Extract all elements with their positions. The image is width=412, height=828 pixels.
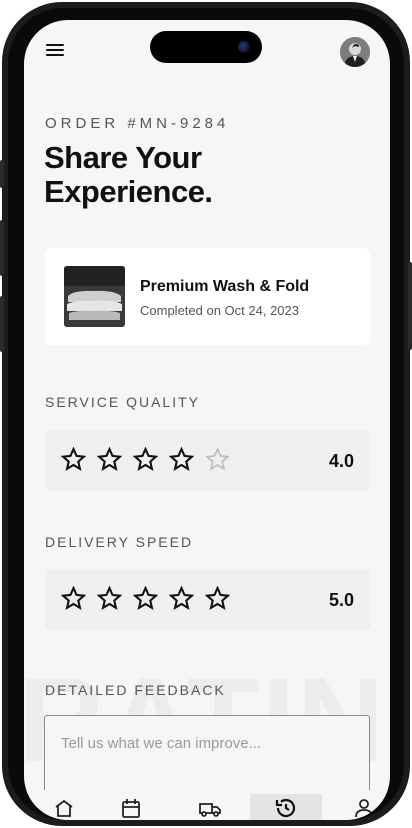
folded-towels-image [64, 266, 125, 327]
laundry-thumbnail [64, 266, 125, 327]
avatar[interactable] [340, 37, 370, 67]
delivery-speed-rating: 5.0 [45, 569, 370, 630]
service-quality-label: SERVICE QUALITY [45, 394, 201, 410]
home-icon[interactable] [52, 796, 76, 820]
power-button [408, 262, 412, 350]
user-avatar-icon [340, 37, 370, 67]
delivery-speed-star-3-icon[interactable] [133, 586, 158, 611]
delivery-speed-stars [61, 586, 230, 611]
page-title-line-1: Share Your [44, 140, 202, 175]
service-title: Premium Wash & Fold [140, 278, 310, 295]
delivery-speed-value: 5.0 [328, 590, 354, 610]
history-icon[interactable] [274, 796, 298, 820]
service-quality-rating: 4.0 [45, 430, 370, 491]
delivery-speed-star-2-icon[interactable] [97, 586, 122, 611]
bottom-nav [24, 790, 390, 820]
delivery-speed-label: DELIVERY SPEED [45, 534, 194, 550]
calendar-icon[interactable] [119, 796, 143, 820]
silent-switch [0, 160, 4, 188]
service-quality-star-2-icon[interactable] [97, 447, 122, 472]
service-quality-star-5-icon[interactable] [205, 447, 230, 472]
truck-icon[interactable] [198, 796, 222, 820]
menu-icon[interactable] [46, 42, 66, 58]
order-number: ORDER #MN-9284 [45, 115, 230, 132]
profile-icon[interactable] [352, 796, 376, 820]
delivery-speed-star-1-icon[interactable] [61, 586, 86, 611]
app-screen: RATING ORDER #MN-9284 Share Your Experie… [24, 20, 390, 820]
volume-up-button [0, 220, 4, 276]
delivery-speed-star-5-icon[interactable] [205, 586, 230, 611]
delivery-speed-star-4-icon[interactable] [169, 586, 194, 611]
page-title-line-2: Experience. [44, 174, 213, 209]
service-quality-star-1-icon[interactable] [61, 447, 86, 472]
service-quality-star-3-icon[interactable] [133, 447, 158, 472]
feedback-label: DETAILED FEEDBACK [45, 682, 226, 698]
service-quality-value: 4.0 [328, 451, 354, 471]
service-quality-star-4-icon[interactable] [169, 447, 194, 472]
camera-icon [238, 41, 250, 53]
service-completed-date: Completed on Oct 24, 2023 [140, 303, 299, 318]
volume-down-button [0, 296, 4, 352]
dynamic-island [150, 31, 262, 63]
service-card: Premium Wash & Fold Completed on Oct 24,… [45, 248, 370, 345]
page-title: Share Your Experience. [44, 141, 213, 209]
service-quality-stars [61, 447, 230, 472]
